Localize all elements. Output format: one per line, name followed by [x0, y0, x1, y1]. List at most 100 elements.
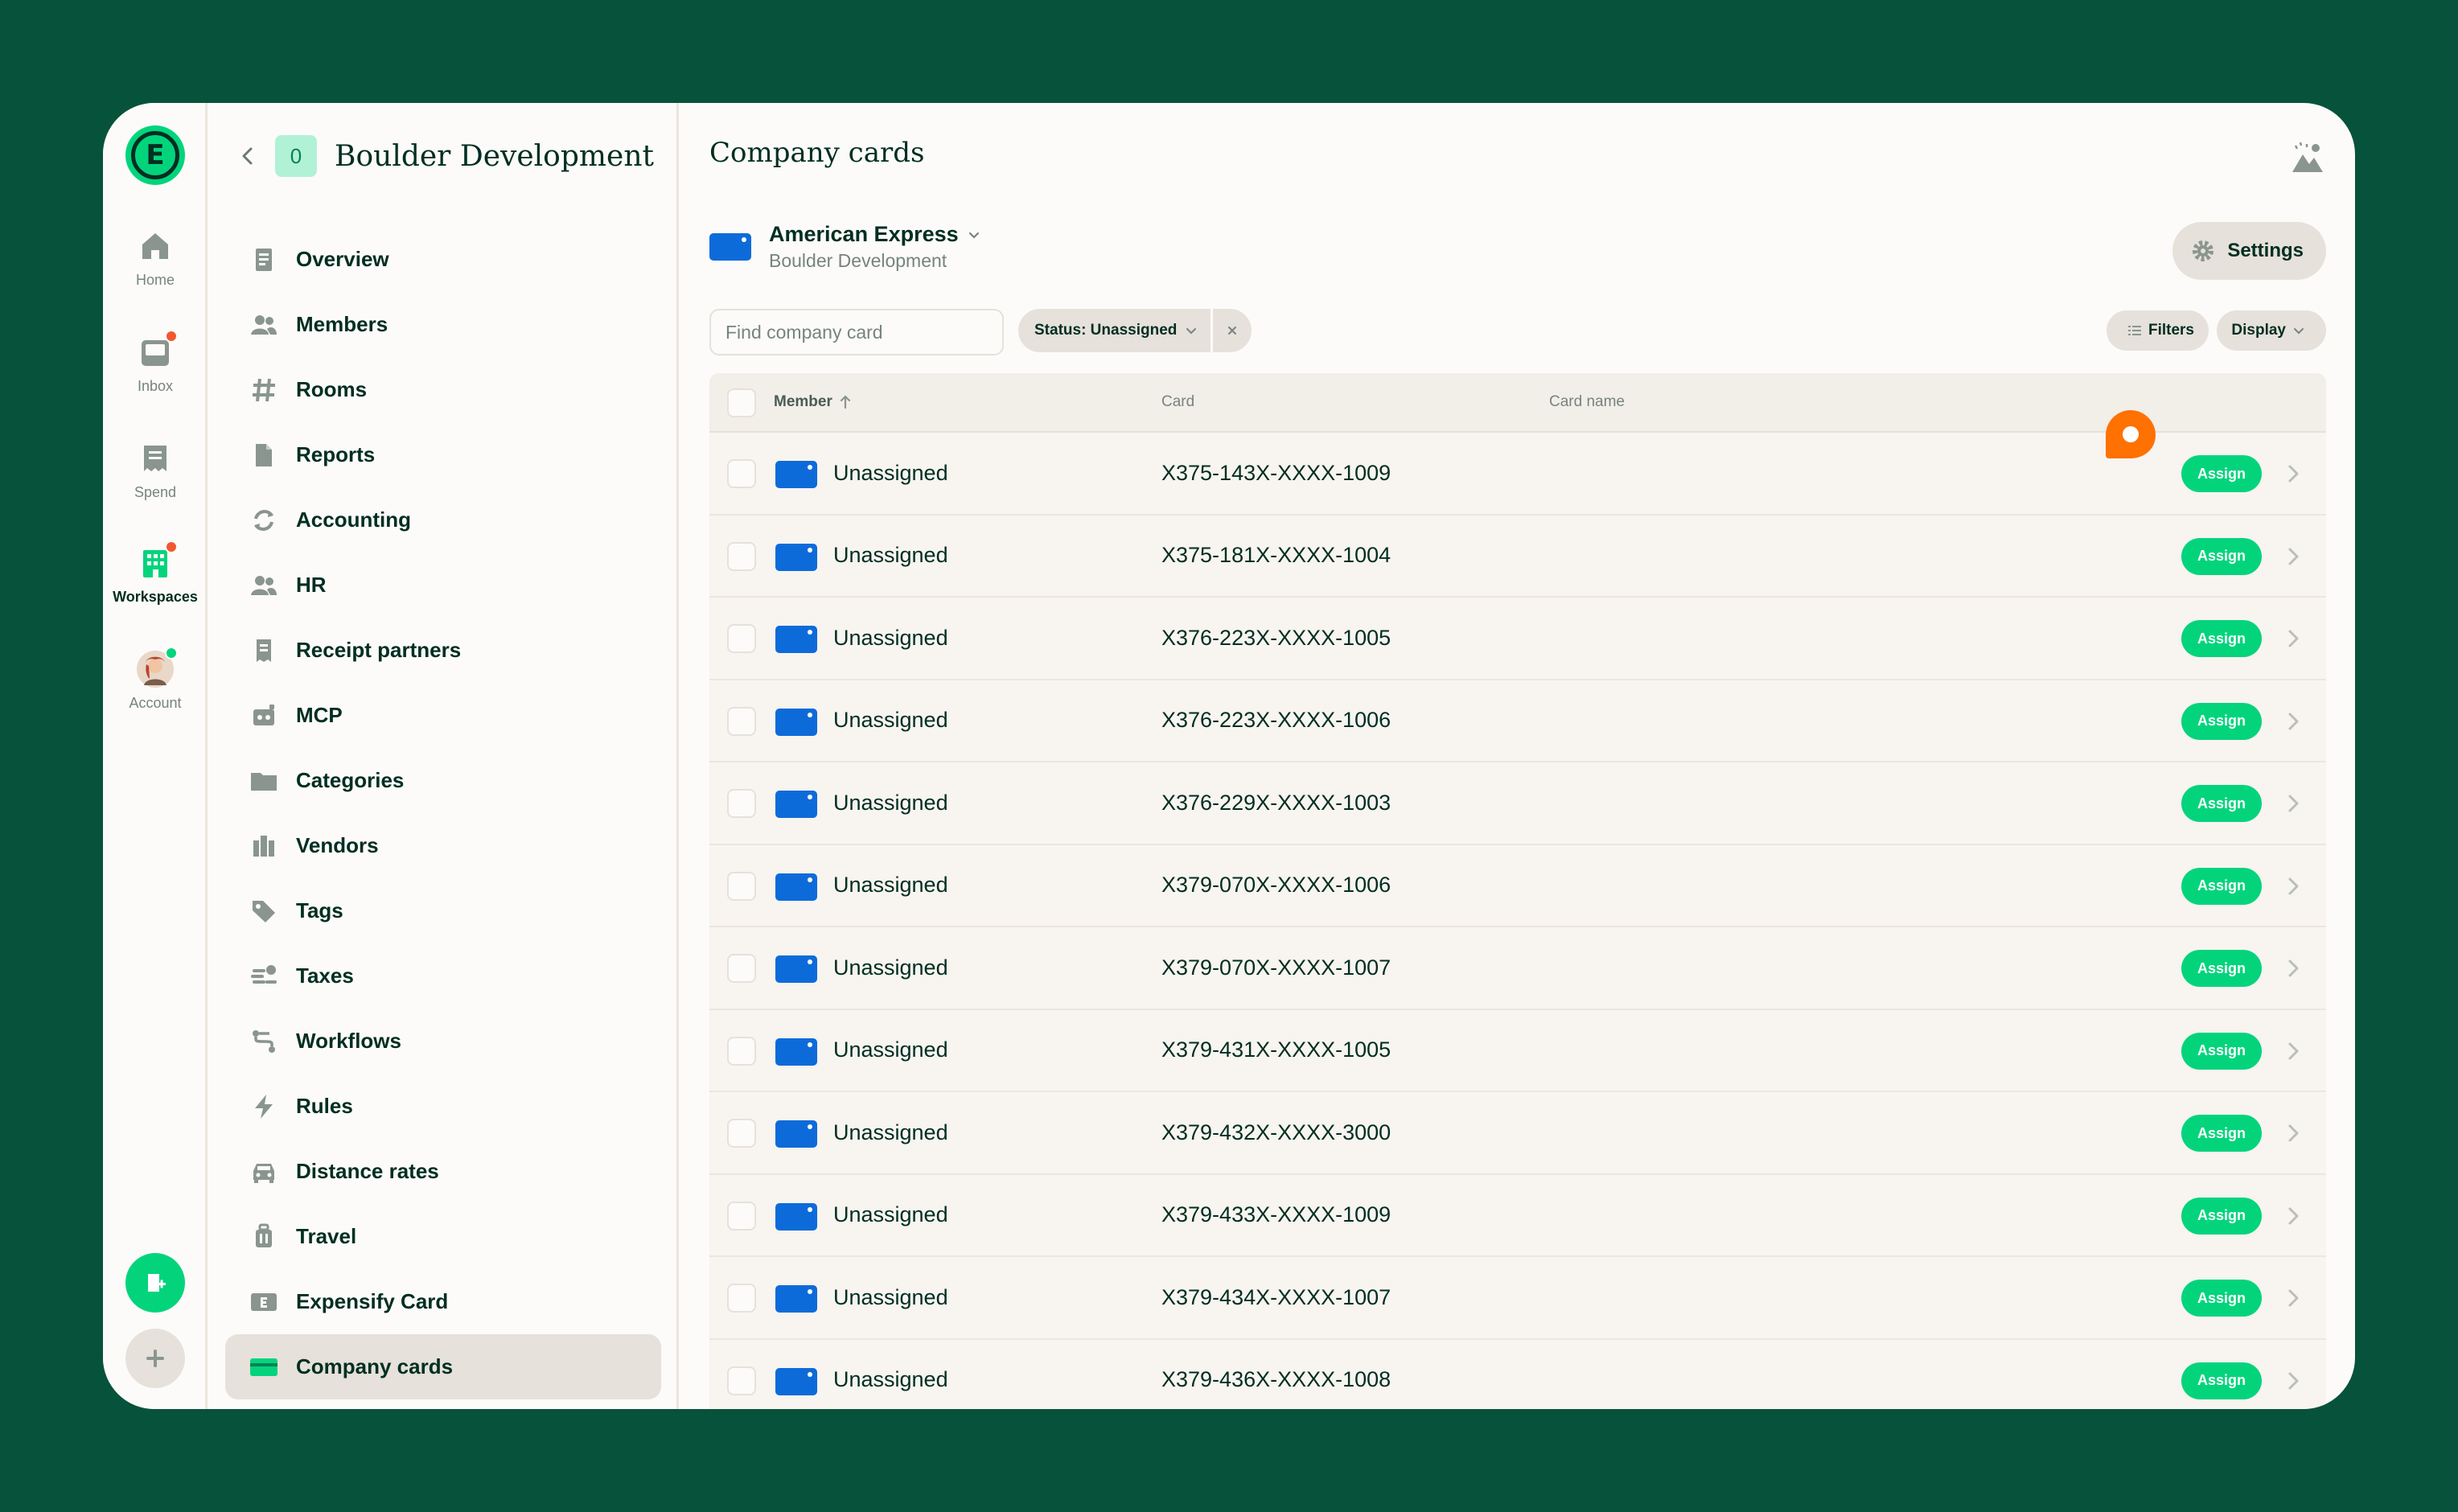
assign-button[interactable]: Assign	[2181, 1362, 2262, 1399]
nav-item-reports[interactable]: Reports	[225, 422, 661, 487]
table-row[interactable]: Unassigned X379-070X-XXXX-1007 Assign	[709, 927, 2326, 1010]
table-row[interactable]: Unassigned X379-433X-XXXX-1009 Assign	[709, 1174, 2326, 1257]
chevron-right-icon[interactable]	[2281, 1121, 2305, 1145]
table-row[interactable]: Unassigned X379-070X-XXXX-1006 Assign	[709, 844, 2326, 927]
assign-button[interactable]: Assign	[2181, 785, 2262, 822]
table-row[interactable]: Unassigned X379-432X-XXXX-3000 Assign	[709, 1092, 2326, 1175]
chevron-down-icon	[968, 232, 979, 239]
table-row[interactable]: Unassigned X375-181X-XXXX-1004 Assign	[709, 515, 2326, 598]
nav-item-distance-rates[interactable]: Distance rates	[225, 1139, 661, 1204]
assign-button[interactable]: Assign	[2181, 702, 2262, 740]
nav-item-company-cards[interactable]: Company cards	[225, 1334, 661, 1399]
row-card-number: X379-431X-XXXX-1005	[1161, 1037, 1391, 1062]
nav-item-members[interactable]: Members	[225, 292, 661, 357]
nav-item-tags[interactable]: Tags	[225, 878, 661, 943]
column-header-card-name[interactable]: Card name	[1549, 393, 1625, 411]
table-row[interactable]: Unassigned X376-223X-XXXX-1005 Assign	[709, 598, 2326, 680]
assign-button[interactable]: Assign	[2181, 950, 2262, 987]
row-checkbox[interactable]	[727, 1366, 756, 1395]
chevron-right-icon[interactable]	[2281, 1369, 2305, 1393]
back-button[interactable]	[232, 140, 264, 172]
chevron-right-icon[interactable]	[2281, 1039, 2305, 1063]
status-filter-dropdown[interactable]: Status: Unassigned	[1018, 309, 1211, 352]
row-checkbox[interactable]	[727, 789, 756, 818]
chevron-right-icon[interactable]	[2281, 544, 2305, 569]
nav-item-accounting[interactable]: Accounting	[225, 487, 661, 553]
add-button[interactable]	[125, 1329, 185, 1388]
chevron-right-icon[interactable]	[2281, 1286, 2305, 1310]
nav-item-workflows[interactable]: Workflows	[225, 1009, 661, 1074]
row-card-number: X379-434X-XXXX-1007	[1161, 1284, 1391, 1309]
row-checkbox[interactable]	[727, 624, 756, 653]
rail-home[interactable]: Home	[103, 227, 208, 289]
nav-item-rooms[interactable]: Rooms	[225, 357, 661, 422]
create-expense-button[interactable]	[125, 1253, 185, 1313]
rail-spend[interactable]: Spend	[103, 439, 208, 501]
rail-workspaces[interactable]: Workspaces	[103, 540, 208, 606]
row-checkbox[interactable]	[727, 1201, 756, 1231]
chevron-right-icon[interactable]	[2281, 462, 2305, 486]
onboarding-hint-icon[interactable]	[2104, 409, 2157, 462]
workspace-nav-list: Overview Members Rooms Reports Accountin…	[225, 227, 661, 1399]
nav-item-vendors[interactable]: Vendors	[225, 813, 661, 878]
assign-button[interactable]: Assign	[2181, 537, 2262, 575]
nav-item-taxes[interactable]: Taxes	[225, 943, 661, 1009]
display-button[interactable]: Display	[2217, 310, 2326, 351]
nav-label: Distance rates	[296, 1159, 439, 1183]
card-feed-selector[interactable]: American Express Boulder Development	[709, 222, 981, 272]
travel-mountain-icon[interactable]	[2289, 140, 2326, 177]
table-row[interactable]: Unassigned X379-434X-XXXX-1007 Assign	[709, 1257, 2326, 1340]
assign-button[interactable]: Assign	[2181, 1197, 2262, 1235]
row-checkbox[interactable]	[727, 871, 756, 901]
assign-button[interactable]: Assign	[2181, 1032, 2262, 1070]
column-header-card[interactable]: Card	[1161, 393, 1194, 411]
rail-account[interactable]: Account	[103, 647, 208, 712]
row-checkbox[interactable]	[727, 459, 756, 488]
nav-item-mcp[interactable]: MCP	[225, 683, 661, 748]
assign-button[interactable]: Assign	[2181, 867, 2262, 905]
chevron-right-icon[interactable]	[2281, 956, 2305, 980]
assign-button[interactable]: Assign	[2181, 1280, 2262, 1317]
luggage-icon	[248, 1221, 280, 1253]
rail-inbox[interactable]: Inbox	[103, 330, 208, 395]
row-checkbox[interactable]	[727, 541, 756, 571]
users-icon	[248, 569, 280, 602]
assign-button[interactable]: Assign	[2181, 620, 2262, 657]
credit-card-icon	[248, 1351, 280, 1383]
table-row[interactable]: Unassigned X376-223X-XXXX-1006 Assign	[709, 680, 2326, 762]
chevron-right-icon[interactable]	[2281, 627, 2305, 651]
table-row[interactable]: Unassigned X375-143X-XXXX-1009 Assign	[709, 433, 2326, 516]
assign-button[interactable]: Assign	[2181, 455, 2262, 492]
select-all-checkbox[interactable]	[727, 388, 756, 417]
chevron-right-icon[interactable]	[2281, 874, 2305, 898]
workspace-nav: 0 Boulder Development Overview Members R…	[208, 103, 679, 1409]
chevron-right-icon[interactable]	[2281, 1204, 2305, 1228]
expensify-logo[interactable]: E	[125, 125, 185, 185]
nav-item-expensify-card[interactable]: Expensify Card	[225, 1269, 661, 1334]
nav-item-overview[interactable]: Overview	[225, 227, 661, 292]
filters-button[interactable]: Filters	[2106, 310, 2209, 351]
nav-item-receipt-partners[interactable]: Receipt partners	[225, 618, 661, 683]
column-header-member[interactable]: Member	[774, 393, 852, 411]
row-checkbox[interactable]	[727, 1036, 756, 1066]
nav-item-rules[interactable]: Rules	[225, 1074, 661, 1139]
chevron-right-icon[interactable]	[2281, 709, 2305, 733]
row-checkbox[interactable]	[727, 706, 756, 736]
nav-item-categories[interactable]: Categories	[225, 748, 661, 813]
table-row[interactable]: Unassigned X379-436X-XXXX-1008 Assign	[709, 1339, 2326, 1409]
clear-status-filter-button[interactable]	[1213, 309, 1252, 352]
search-input[interactable]	[709, 309, 1004, 355]
row-checkbox[interactable]	[727, 954, 756, 983]
nav-item-hr[interactable]: HR	[225, 553, 661, 618]
chevron-right-icon[interactable]	[2281, 791, 2305, 816]
table-row[interactable]: Unassigned X379-431X-XXXX-1005 Assign	[709, 1009, 2326, 1092]
gear-icon	[2193, 240, 2214, 261]
table-row[interactable]: Unassigned X376-229X-XXXX-1003 Assign	[709, 762, 2326, 845]
nav-item-travel[interactable]: Travel	[225, 1204, 661, 1269]
row-checkbox[interactable]	[727, 1284, 756, 1313]
settings-button[interactable]: Settings	[2172, 222, 2326, 280]
avatar	[136, 647, 178, 688]
nav-label: Overview	[296, 247, 389, 271]
row-checkbox[interactable]	[727, 1119, 756, 1148]
assign-button[interactable]: Assign	[2181, 1115, 2262, 1152]
